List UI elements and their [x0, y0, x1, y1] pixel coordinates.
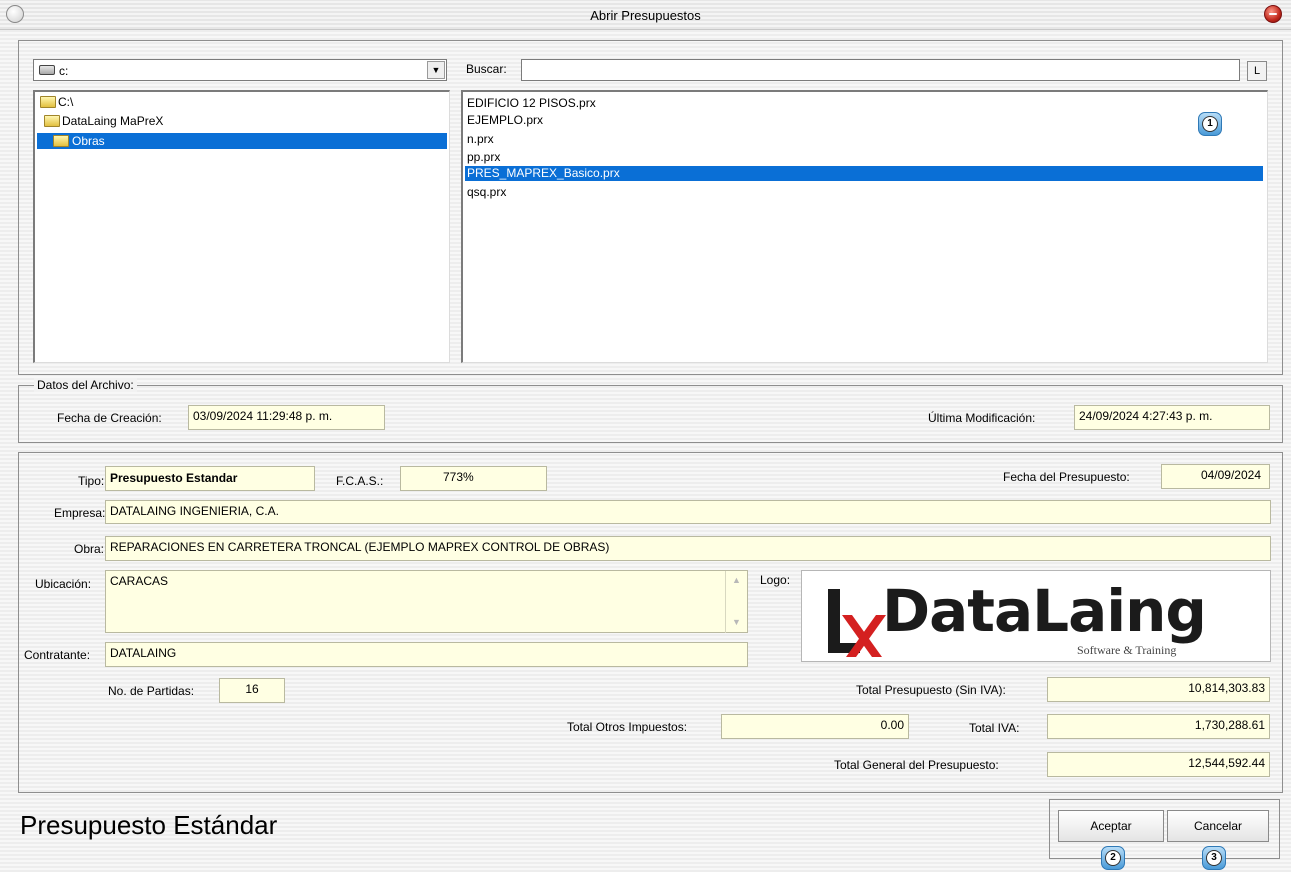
contratante-label: Contratante:	[24, 648, 91, 662]
lx-logo-icon	[828, 589, 886, 657]
tipo-field: Presupuesto Estandar	[105, 466, 315, 491]
folder-open-icon	[44, 115, 60, 127]
obra-label: Obra:	[74, 542, 105, 556]
file-list[interactable]: EDIFICIO 12 PISOS.prx EJEMPLO.prx n.prx …	[461, 90, 1268, 363]
created-label: Fecha de Creación:	[57, 411, 162, 425]
step-badge-3: 3	[1202, 846, 1226, 870]
otros-impuestos-field: 0.00	[721, 714, 909, 739]
step-badge-2: 2	[1101, 846, 1125, 870]
tree-item-label: DataLaing MaPreX	[62, 114, 164, 128]
file-item[interactable]: EJEMPLO.prx	[465, 113, 543, 128]
total-general-label: Total General del Presupuesto:	[834, 758, 999, 772]
file-info-legend: Datos del Archivo:	[34, 378, 137, 392]
iva-field: 1,730,288.61	[1047, 714, 1270, 739]
partidas-label: No. de Partidas:	[108, 684, 195, 698]
close-button[interactable]	[1264, 5, 1282, 23]
budget-type-title: Presupuesto Estándar	[20, 810, 278, 840]
scroll-up-icon[interactable]: ▲	[732, 575, 741, 585]
empresa-field: DATALAING INGENIERIA, C.A.	[105, 500, 1271, 524]
ubicacion-scrollbar[interactable]: ▲ ▼	[725, 571, 747, 633]
badge-number: 1	[1202, 116, 1218, 132]
directory-tree[interactable]: C:\ DataLaing MaPreX Obras	[33, 90, 450, 363]
contratante-field: DATALAING	[105, 642, 748, 667]
hard-drive-icon	[39, 65, 55, 75]
badge-number: 3	[1206, 850, 1222, 866]
window-title: Abrir Presupuestos	[590, 8, 701, 23]
step-badge-1: 1	[1198, 112, 1222, 136]
total-general-field: 12,544,592.44	[1047, 752, 1270, 777]
modified-field: 24/09/2024 4:27:43 p. m.	[1074, 405, 1270, 430]
ubicacion-label: Ubicación:	[35, 577, 92, 591]
drive-value: c:	[59, 64, 69, 78]
cancel-button[interactable]: Cancelar	[1167, 810, 1269, 842]
otros-impuestos-label: Total Otros Impuestos:	[567, 720, 688, 734]
search-label: Buscar:	[466, 62, 507, 76]
file-item[interactable]: pp.prx	[465, 150, 500, 165]
tree-item-label: C:\	[58, 95, 74, 109]
search-l-button[interactable]: L	[1247, 61, 1267, 81]
fcas-field: 773%	[400, 466, 547, 491]
accept-button[interactable]: Aceptar	[1058, 810, 1164, 842]
search-input[interactable]	[521, 59, 1240, 81]
folder-open-icon	[53, 135, 69, 147]
total-sin-iva-label: Total Presupuesto (Sin IVA):	[856, 683, 1006, 697]
partidas-field: 16	[219, 678, 285, 703]
iva-label: Total IVA:	[969, 721, 1020, 735]
modified-label: Última Modificación:	[928, 411, 1036, 425]
file-item[interactable]: n.prx	[465, 132, 494, 147]
fecha-field: 04/09/2024	[1161, 464, 1270, 489]
folder-open-icon	[40, 96, 56, 108]
drive-select[interactable]: c: ▼	[33, 59, 447, 81]
company-logo: DataLaing Software & Training	[801, 570, 1271, 662]
tipo-label: Tipo:	[78, 474, 105, 488]
file-item-selected[interactable]: PRES_MAPREX_Basico.prx	[465, 166, 1263, 181]
ubicacion-field[interactable]: CARACAS	[105, 570, 748, 633]
tree-item-label: Obras	[72, 134, 105, 148]
logo-label: Logo:	[760, 573, 791, 587]
tree-item-datalaing[interactable]: DataLaing MaPreX	[42, 113, 163, 129]
logo-tagline: Software & Training	[1077, 643, 1177, 657]
scroll-down-icon[interactable]: ▼	[732, 617, 741, 627]
obra-field: REPARACIONES EN CARRETERA TRONCAL (EJEMP…	[105, 536, 1271, 561]
logo-brand-text: DataLaing	[882, 577, 1207, 645]
chevron-down-icon[interactable]: ▼	[427, 61, 445, 79]
fcas-label: F.C.A.S.:	[336, 474, 384, 488]
tree-item-obras[interactable]: Obras	[37, 133, 447, 149]
fecha-label: Fecha del Presupuesto:	[1003, 470, 1130, 484]
badge-number: 2	[1105, 850, 1121, 866]
file-item[interactable]: EDIFICIO 12 PISOS.prx	[465, 96, 596, 111]
total-sin-iva-field: 10,814,303.83	[1047, 677, 1270, 702]
empresa-label: Empresa:	[54, 506, 106, 520]
created-field: 03/09/2024 11:29:48 p. m.	[188, 405, 385, 430]
file-item[interactable]: qsq.prx	[465, 185, 506, 200]
tree-item-root[interactable]: C:\	[38, 94, 73, 110]
